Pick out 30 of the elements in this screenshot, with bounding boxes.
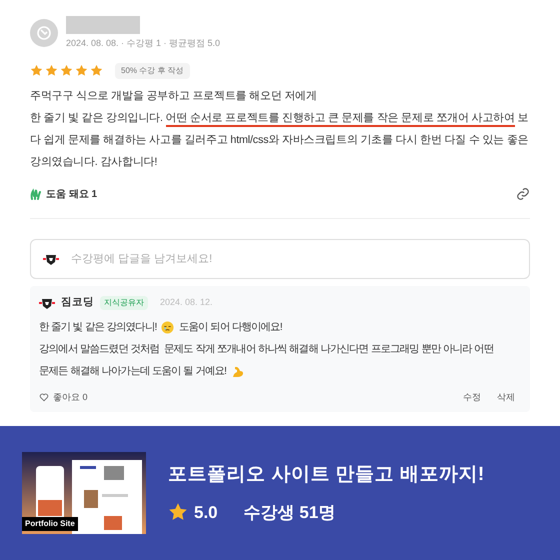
link-icon[interactable]	[516, 187, 530, 201]
reply-action-link[interactable]: 수정	[463, 390, 481, 404]
star-icon	[30, 64, 43, 77]
author-name: 짐코딩	[61, 294, 94, 310]
reply-text: 강의에서 말씀드렸던 것처럼 문제도 작게 쪼개내어 하나씩 해결해 나가신다면 프로그래밍 뿐만 아니라 어떤	[39, 342, 494, 356]
review-meta: 2024. 08. 08. · 수강평 1 · 평균평점 5.0	[66, 37, 220, 50]
avatar-icon	[30, 19, 58, 48]
star-icon	[90, 64, 103, 77]
course-title: 포트폴리오 사이트 만들고 배포까지!	[168, 463, 485, 487]
thumbnail-label: Portfolio Site	[22, 517, 78, 531]
heart-icon	[39, 392, 49, 402]
reply-input-field[interactable]: 수강평에 답글을 남겨보세요!	[30, 238, 530, 278]
review-text: 주먹구구 식으로 개발을 공부하고 프로젝트를 해오던 저에게 한 줄기 빛 같은 강의입니다. 어떤 순서로 프로젝트를 진행하고 큰 문제를 작은 문제로 쪼개어 사고하여 보다 쉽게 문제를 해결하는 사고를 길러주고 html/css와 자바스크립트의 기초를 다시 한번 다질 수 있는 좋은 강의였습니다. 감사합니다!	[30, 88, 530, 170]
like-button[interactable]: 좋아요 0	[39, 390, 88, 404]
reply-text: 한 줄기 빛 같은 강의였다니!	[39, 320, 157, 334]
reply-text: 도움이 되어 다행이에요!	[178, 320, 282, 334]
student-count: 수강생 51명	[244, 502, 336, 524]
rating-value: 5.0	[194, 502, 218, 524]
progress-badge: 50% 수강 후 작성	[115, 62, 190, 78]
instructor-badge: 지식공유자	[100, 296, 148, 310]
star-icon	[45, 64, 58, 77]
star-icon	[168, 502, 188, 522]
reply-action-link[interactable]: 삭제	[497, 390, 515, 404]
reply-date: 2024. 08. 12.	[160, 296, 213, 309]
sprout-icon	[30, 188, 42, 200]
star-icon	[60, 64, 73, 77]
flexed-arm-icon	[230, 364, 245, 378]
reply-text: 문제든 해결해 나아가는데 도움이 될 거예요!	[39, 364, 227, 378]
star-icon	[75, 64, 88, 77]
helpful-button[interactable]: 도움 돼요 1	[30, 186, 98, 202]
